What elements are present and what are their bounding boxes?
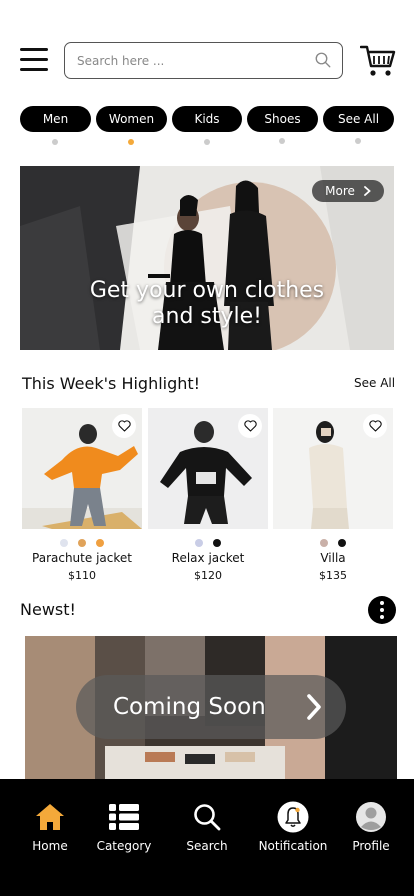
- top-bar: [0, 42, 414, 80]
- chip-see-all[interactable]: See All: [323, 106, 394, 132]
- user-icon: [355, 801, 387, 833]
- chip-indicator-dot: [279, 138, 285, 144]
- nav-item-search[interactable]: Search: [177, 801, 237, 857]
- nav-item-notification[interactable]: Notification: [256, 801, 330, 857]
- chip-label: Shoes: [264, 112, 301, 126]
- product-image: [22, 408, 142, 529]
- chevron-right-icon: [307, 694, 321, 720]
- color-swatch[interactable]: [60, 539, 68, 547]
- hero-headline-line: Get your own clothes: [89, 278, 325, 303]
- more-options-icon[interactable]: [368, 596, 396, 624]
- product-name: Parachute jacket: [32, 551, 132, 565]
- chip-indicator-dot-active: [128, 139, 134, 145]
- product-card[interactable]: Villa $135: [273, 408, 393, 586]
- color-swatches: [22, 539, 142, 547]
- bottom-navigation: Home Category Search Notification Profil…: [0, 779, 414, 896]
- color-swatch[interactable]: [338, 539, 346, 547]
- product-price: $120: [194, 569, 222, 582]
- color-swatches: [273, 539, 393, 547]
- more-button[interactable]: More: [312, 180, 384, 202]
- search-icon: [191, 801, 223, 833]
- color-swatch[interactable]: [320, 539, 328, 547]
- more-label: More: [325, 184, 355, 198]
- chip-shoes[interactable]: Shoes: [247, 106, 318, 132]
- hero-headline: Get your own clothes and style!: [20, 278, 394, 330]
- list-icon: [108, 801, 140, 833]
- chip-men[interactable]: Men: [20, 106, 91, 132]
- nav-label: Category: [96, 839, 152, 853]
- chip-women[interactable]: Women: [96, 106, 167, 132]
- product-card[interactable]: Parachute jacket $110: [22, 408, 142, 586]
- bell-icon: [277, 801, 309, 833]
- chevron-right-icon: [363, 186, 371, 196]
- nav-item-home[interactable]: Home: [20, 801, 80, 857]
- home-icon: [34, 801, 66, 833]
- color-swatch[interactable]: [195, 539, 203, 547]
- product-name: Relax jacket: [171, 551, 245, 565]
- product-card[interactable]: Relax jacket $120: [148, 408, 268, 586]
- newest-title: Newst!: [20, 600, 76, 619]
- chip-kids[interactable]: Kids: [172, 106, 242, 132]
- color-swatch[interactable]: [213, 539, 221, 547]
- menu-icon[interactable]: [20, 48, 48, 74]
- search-icon[interactable]: [314, 51, 332, 69]
- chip-indicator-dot: [204, 139, 210, 145]
- nav-item-profile[interactable]: Profile: [344, 801, 398, 857]
- color-swatches: [148, 539, 268, 547]
- cart-icon[interactable]: [360, 44, 396, 78]
- newest-banner[interactable]: Coming Soon: [25, 636, 397, 779]
- product-price: $110: [68, 569, 96, 582]
- chip-label: Men: [42, 112, 69, 126]
- chip-label: Women: [108, 112, 155, 126]
- color-swatch[interactable]: [78, 539, 86, 547]
- chip-indicator-dot: [52, 139, 58, 145]
- color-swatch[interactable]: [96, 539, 104, 547]
- search-box[interactable]: [64, 42, 343, 79]
- product-name: Villa: [320, 551, 346, 565]
- search-input[interactable]: [77, 49, 307, 73]
- nav-label: Profile: [352, 839, 390, 853]
- product-price: $135: [319, 569, 347, 582]
- hero-banner[interactable]: Get your own clothes and style! More: [20, 166, 394, 350]
- highlights-title: This Week's Highlight!: [22, 374, 201, 393]
- highlights-see-all-link[interactable]: See All: [354, 376, 395, 390]
- coming-soon-label: Coming Soon: [113, 694, 266, 720]
- heart-icon: [243, 420, 257, 432]
- product-image: [273, 408, 393, 529]
- coming-soon-button[interactable]: Coming Soon: [76, 675, 346, 739]
- nav-label: Notification: [258, 839, 328, 853]
- chip-label: Kids: [194, 112, 220, 126]
- product-image: [148, 408, 268, 529]
- nav-item-category[interactable]: Category: [94, 801, 154, 857]
- favorite-button[interactable]: [112, 414, 136, 438]
- nav-label: Search: [186, 839, 228, 853]
- heart-icon: [368, 420, 382, 432]
- favorite-button[interactable]: [363, 414, 387, 438]
- chip-label: See All: [337, 112, 380, 126]
- highlight-carousel[interactable]: Parachute jacket $110 Relax jacket $120: [22, 408, 414, 586]
- hero-headline-line: and style!: [152, 304, 262, 329]
- chip-indicator-dot: [355, 138, 361, 144]
- heart-icon: [117, 420, 131, 432]
- category-chips: Men Women Kids Shoes See All: [20, 106, 394, 132]
- favorite-button[interactable]: [238, 414, 262, 438]
- nav-label: Home: [32, 839, 68, 853]
